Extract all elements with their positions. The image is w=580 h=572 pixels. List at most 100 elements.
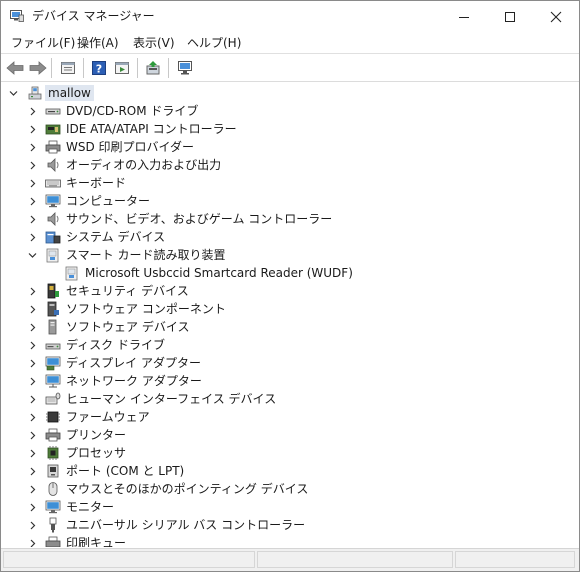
- close-button[interactable]: [533, 1, 579, 32]
- tree-item-hid[interactable]: ヒューマン インターフェイス デバイス: [1, 390, 579, 408]
- speaker-icon: [47, 212, 59, 226]
- tree-item-usb-controllers[interactable]: ユニバーサル シリアル バス コントローラー: [1, 516, 579, 534]
- tree-item-label: システム デバイス: [66, 230, 166, 244]
- forward-arrow-icon: [29, 61, 47, 75]
- tree-item-processors[interactable]: プロセッサ: [1, 444, 579, 462]
- speaker-icon: [47, 158, 59, 172]
- minimize-button[interactable]: [441, 1, 487, 32]
- chevron-right-icon[interactable]: [28, 233, 37, 242]
- chevron-right-icon[interactable]: [28, 467, 37, 476]
- menu-help[interactable]: ヘルプ(H): [186, 35, 242, 51]
- software-component-icon: [47, 301, 59, 317]
- smartcard-reader-icon: [46, 248, 59, 263]
- tree-item-label: マウスとそのほかのポインティング デバイス: [66, 482, 309, 496]
- tree-item-label: ディスク ドライブ: [66, 338, 165, 352]
- tree-item-software-devices[interactable]: ソフトウェア デバイス: [1, 318, 579, 336]
- tree-item-wsd-print[interactable]: WSD 印刷プロバイダー: [1, 138, 579, 156]
- software-device-icon: [48, 319, 57, 335]
- chevron-right-icon[interactable]: [28, 413, 37, 422]
- printer-icon: [45, 140, 61, 154]
- device-tree[interactable]: mallow DVD/CD-ROM ドライブ IDE ATA/ATAPI コント…: [1, 84, 579, 547]
- tree-item-monitors[interactable]: モニター: [1, 498, 579, 516]
- chevron-right-icon[interactable]: [28, 323, 37, 332]
- toolbar-separator: [168, 58, 169, 78]
- toolbar: ?: [1, 53, 579, 82]
- tree-item-label: プロセッサ: [66, 446, 127, 460]
- tree-root-row[interactable]: mallow: [1, 84, 579, 102]
- chevron-right-icon[interactable]: [28, 215, 37, 224]
- svg-text:?: ?: [96, 63, 102, 76]
- tree-item-display-adapters[interactable]: ディスプレイ アダプター: [1, 354, 579, 372]
- tree-item-security-devices[interactable]: セキュリティ デバイス: [1, 282, 579, 300]
- tree-item-ide-ata[interactable]: IDE ATA/ATAPI コントローラー: [1, 120, 579, 138]
- chevron-right-icon[interactable]: [28, 305, 37, 314]
- menu-action[interactable]: 操作(A): [76, 35, 120, 51]
- tree-item-sound-video-game[interactable]: サウンド、ビデオ、およびゲーム コントローラー: [1, 210, 579, 228]
- tree-item-label: サウンド、ビデオ、およびゲーム コントローラー: [66, 212, 333, 226]
- tree-item-ports[interactable]: ポート (COM と LPT): [1, 462, 579, 480]
- chevron-down-icon[interactable]: [9, 89, 18, 98]
- tree-item-label: ディスプレイ アダプター: [66, 356, 201, 370]
- chevron-right-icon[interactable]: [28, 377, 37, 386]
- chevron-right-icon[interactable]: [28, 179, 37, 188]
- tree-item-printers[interactable]: プリンター: [1, 426, 579, 444]
- run-button[interactable]: [112, 58, 132, 78]
- scan-hardware-button[interactable]: [175, 58, 195, 78]
- properties-button[interactable]: [58, 58, 78, 78]
- tree-item-audio-io[interactable]: オーディオの入力および出力: [1, 156, 579, 174]
- minimize-icon: [459, 16, 469, 18]
- chevron-right-icon[interactable]: [28, 521, 37, 530]
- maximize-icon: [505, 11, 515, 22]
- computer-root-icon: [28, 86, 42, 100]
- tree-item-label: ソフトウェア コンポーネント: [66, 302, 226, 316]
- chevron-right-icon[interactable]: [28, 395, 37, 404]
- tree-item-computer[interactable]: コンピューター: [1, 192, 579, 210]
- title-bar[interactable]: デバイス マネージャー: [1, 1, 579, 32]
- device-manager-app-icon: [10, 10, 24, 22]
- tree-item-firmware[interactable]: ファームウェア: [1, 408, 579, 426]
- tree-item-print-queues[interactable]: 印刷キュー: [1, 534, 579, 547]
- tree-item-network-adapters[interactable]: ネットワーク アダプター: [1, 372, 579, 390]
- chevron-right-icon[interactable]: [28, 359, 37, 368]
- tree-item-label: 印刷キュー: [66, 536, 127, 547]
- chevron-right-icon[interactable]: [28, 449, 37, 458]
- tree-root-label: mallow: [45, 85, 94, 101]
- chevron-right-icon[interactable]: [28, 125, 37, 134]
- update-driver-icon: [146, 61, 160, 75]
- tree-item-system-devices[interactable]: システム デバイス: [1, 228, 579, 246]
- tree-item-label: ポート (COM と LPT): [66, 464, 185, 478]
- chevron-right-icon[interactable]: [28, 287, 37, 296]
- chevron-right-icon[interactable]: [28, 539, 37, 547]
- disk-drive-icon: [45, 343, 61, 350]
- back-button[interactable]: [5, 58, 25, 78]
- chevron-right-icon[interactable]: [28, 197, 37, 206]
- menu-bar: ファイル(F) 操作(A) 表示(V) ヘルプ(H): [1, 32, 579, 53]
- chevron-right-icon[interactable]: [28, 485, 37, 494]
- smartcard-reader-icon: [65, 266, 78, 281]
- help-button[interactable]: ?: [89, 58, 109, 78]
- tree-item-mice[interactable]: マウスとそのほかのポインティング デバイス: [1, 480, 579, 498]
- maximize-button[interactable]: [487, 1, 533, 32]
- chevron-right-icon[interactable]: [28, 161, 37, 170]
- tree-item-dvd-cdrom[interactable]: DVD/CD-ROM ドライブ: [1, 102, 579, 120]
- tree-item-disk-drives[interactable]: ディスク ドライブ: [1, 336, 579, 354]
- menu-view[interactable]: 表示(V): [132, 35, 176, 51]
- chevron-right-icon[interactable]: [28, 341, 37, 350]
- update-driver-button[interactable]: [143, 58, 163, 78]
- chevron-right-icon[interactable]: [28, 431, 37, 440]
- chevron-down-icon[interactable]: [28, 251, 37, 260]
- help-icon: ?: [92, 61, 106, 76]
- menu-file[interactable]: ファイル(F): [10, 35, 76, 51]
- tree-item-keyboard[interactable]: キーボード: [1, 174, 579, 192]
- toolbar-separator: [137, 58, 138, 78]
- chevron-right-icon[interactable]: [28, 143, 37, 152]
- status-pane: [455, 551, 575, 568]
- chevron-right-icon[interactable]: [28, 107, 37, 116]
- forward-button[interactable]: [28, 58, 48, 78]
- tree-item-label: スマート カード読み取り装置: [66, 248, 226, 262]
- tree-item-smartcard-readers[interactable]: スマート カード読み取り装置: [1, 246, 579, 264]
- chevron-right-icon[interactable]: [28, 503, 37, 512]
- display-adapter-icon: [45, 356, 61, 371]
- tree-child-smartcard-reader[interactable]: Microsoft Usbccid Smartcard Reader (WUDF…: [1, 264, 579, 282]
- tree-item-software-components[interactable]: ソフトウェア コンポーネント: [1, 300, 579, 318]
